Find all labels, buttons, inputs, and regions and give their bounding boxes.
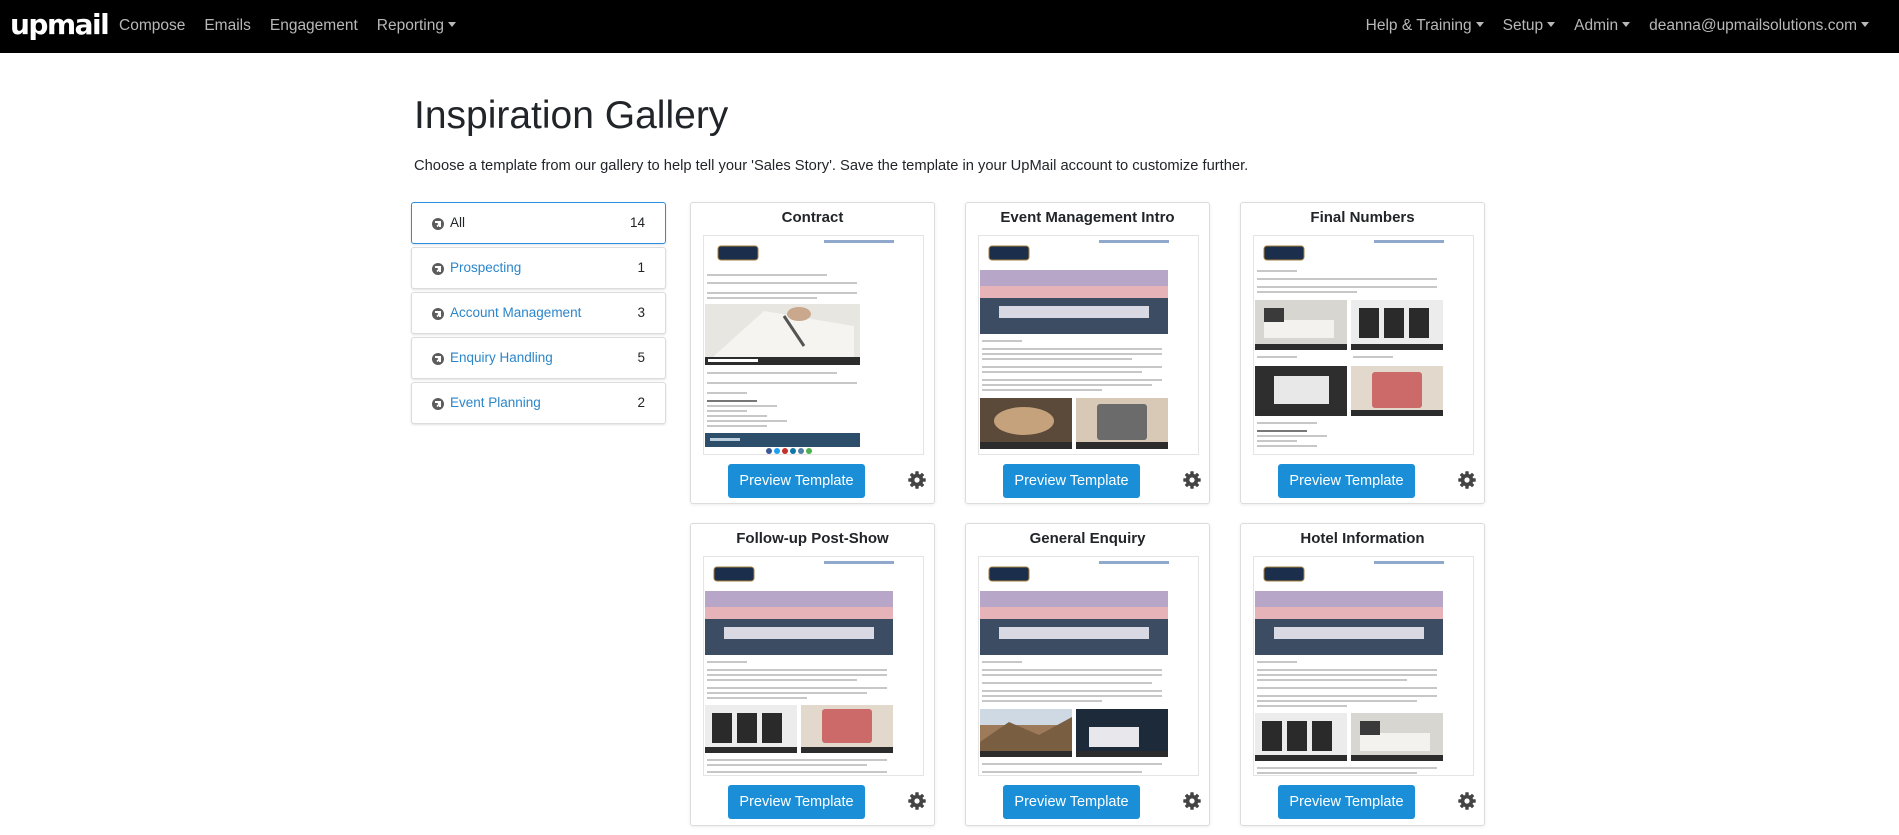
caret-down-icon: [447, 22, 456, 27]
template-thumbnail[interactable]: [1253, 556, 1474, 776]
caret-down-icon: [1861, 22, 1869, 27]
preview-template-button[interactable]: Preview Template: [1003, 785, 1140, 819]
category-event-planning[interactable]: Event Planning 2: [411, 382, 666, 424]
template-card-final-numbers: Final Numbers Preview Template: [1240, 202, 1485, 504]
template-title: Contract: [781, 209, 844, 226]
template-thumbnail[interactable]: [703, 556, 924, 776]
chevron-circle-right-icon: [432, 398, 444, 410]
category-label: Event Planning: [450, 395, 541, 410]
nav-reporting-dropdown[interactable]: Reporting: [377, 16, 456, 36]
template-title: Follow-up Post-Show: [736, 530, 889, 547]
chevron-circle-right-icon: [432, 353, 444, 365]
category-count: 2: [637, 395, 645, 410]
category-list: All 14 Prospecting 1 Account Management …: [411, 202, 666, 427]
template-thumbnail[interactable]: [1253, 235, 1474, 455]
category-count: 5: [637, 350, 645, 365]
category-enquiry-handling[interactable]: Enquiry Handling 5: [411, 337, 666, 379]
template-title: Event Management Intro: [1000, 209, 1175, 226]
category-label: Prospecting: [450, 260, 522, 275]
preview-template-button[interactable]: Preview Template: [1278, 464, 1415, 498]
email-preview-image: [1255, 240, 1444, 447]
template-thumbnail[interactable]: [978, 556, 1199, 776]
gear-icon[interactable]: [1182, 791, 1202, 811]
nav-account-dropdown[interactable]: deanna@upmailsolutions.com: [1649, 16, 1869, 36]
nav-help-dropdown[interactable]: Help & Training: [1366, 16, 1484, 36]
nav-reporting-label: Reporting: [376, 17, 444, 34]
gear-icon[interactable]: [907, 470, 927, 490]
preview-template-button[interactable]: Preview Template: [1003, 464, 1140, 498]
email-preview-image: [705, 561, 894, 773]
preview-template-button[interactable]: Preview Template: [728, 464, 865, 498]
nav-help-label: Help & Training: [1365, 17, 1472, 34]
page-title: Inspiration Gallery: [414, 94, 729, 137]
template-title: General Enquiry: [1029, 530, 1146, 547]
email-preview-image: [980, 561, 1169, 773]
nav-admin-label: Admin: [1574, 17, 1619, 34]
chevron-circle-right-icon: [432, 218, 444, 230]
category-account-management[interactable]: Account Management 3: [411, 292, 666, 334]
gear-icon[interactable]: [907, 791, 927, 811]
nav-compose[interactable]: Compose: [119, 16, 185, 36]
caret-down-icon: [1547, 22, 1556, 27]
email-preview-image: [980, 240, 1169, 449]
email-preview-image: [1255, 561, 1444, 774]
template-thumbnail[interactable]: [978, 235, 1199, 455]
gear-icon[interactable]: [1182, 470, 1202, 490]
category-label: Enquiry Handling: [450, 350, 553, 365]
nav-main: Compose Emails Engagement Reporting: [119, 16, 475, 36]
preview-template-button[interactable]: Preview Template: [728, 785, 865, 819]
template-card-hotel-information: Hotel Information Preview Template: [1240, 523, 1485, 826]
caret-down-icon: [1475, 22, 1484, 27]
nav-setup-label: Setup: [1502, 17, 1544, 34]
email-preview-image: [705, 240, 894, 454]
nav-admin-dropdown[interactable]: Admin: [1574, 16, 1631, 36]
top-navbar: upmail Compose Emails Engagement Reporti…: [0, 0, 1899, 53]
template-card-general-enquiry: General Enquiry Preview Template: [965, 523, 1210, 826]
category-all[interactable]: All 14: [411, 202, 666, 244]
category-prospecting[interactable]: Prospecting 1: [411, 247, 666, 289]
preview-template-button[interactable]: Preview Template: [1278, 785, 1415, 819]
gear-icon[interactable]: [1457, 791, 1477, 811]
template-card-follow-up-post-show: Follow-up Post-Show Preview Template: [690, 523, 935, 826]
template-card-event-management-intro: Event Management Intro Preview Template: [965, 202, 1210, 504]
category-count: 14: [629, 215, 645, 230]
template-title: Final Numbers: [1310, 209, 1415, 226]
nav-user: Help & Training Setup Admin deanna@upmai…: [1347, 16, 1869, 36]
nav-engagement[interactable]: Engagement: [270, 16, 358, 36]
nav-account-label: deanna@upmailsolutions.com: [1649, 17, 1857, 34]
category-label: Account Management: [450, 305, 582, 320]
nav-emails[interactable]: Emails: [204, 16, 251, 36]
caret-down-icon: [1622, 22, 1631, 27]
page-description: Choose a template from our gallery to he…: [414, 158, 1249, 174]
upmail-logo[interactable]: upmail: [10, 10, 110, 40]
template-title: Hotel Information: [1300, 530, 1425, 547]
template-thumbnail[interactable]: [703, 235, 924, 455]
chevron-circle-right-icon: [432, 308, 444, 320]
template-card-contract: Contract Preview Template: [690, 202, 935, 504]
category-count: 1: [637, 260, 645, 275]
chevron-circle-right-icon: [432, 263, 444, 275]
nav-setup-dropdown[interactable]: Setup: [1503, 16, 1556, 36]
gear-icon[interactable]: [1457, 470, 1477, 490]
category-label: All: [450, 215, 466, 230]
category-count: 3: [637, 305, 645, 320]
